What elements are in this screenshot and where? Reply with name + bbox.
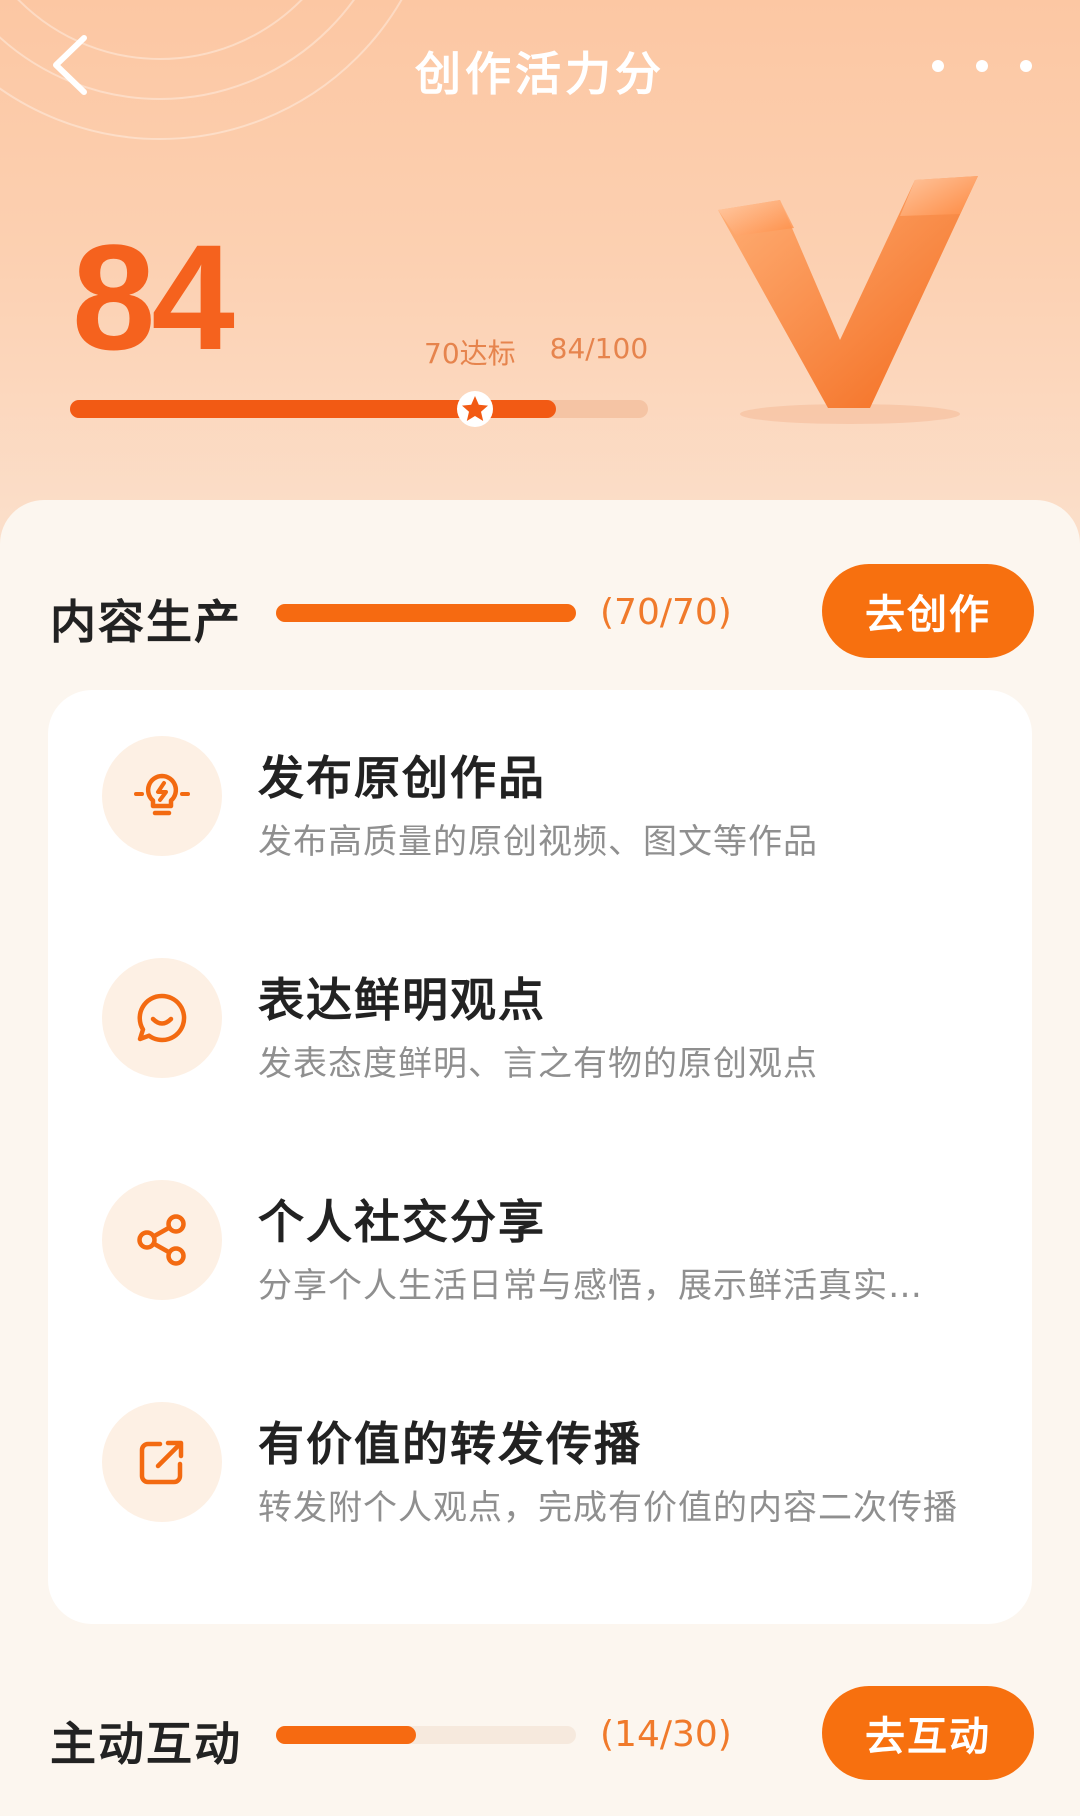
task-item[interactable]: 有价值的转发传播 转发附个人观点，完成有价值的内容二次传播 — [48, 1356, 1032, 1556]
task-icon-wrap — [102, 1180, 222, 1300]
section-count: (70/70) — [600, 592, 732, 633]
more-dots-icon — [932, 60, 944, 72]
task-icon-wrap — [102, 736, 222, 856]
page-title: 创作活力分 — [415, 47, 665, 101]
section-content-production: 内容生产 (70/70) 去创作 — [50, 564, 1034, 660]
section-active-interaction: 主动互动 (14/30) 去互动 — [50, 1686, 1034, 1782]
section-progress-bar — [276, 604, 576, 622]
more-dot — [1020, 60, 1032, 72]
task-desc: 发布高质量的原创视频、图文等作品 — [258, 822, 818, 862]
star-icon — [456, 391, 493, 427]
task-title: 个人社交分享 — [258, 1195, 546, 1249]
task-item[interactable]: 表达鲜明观点 发表态度鲜明、言之有物的原创观点 — [48, 912, 1032, 1112]
task-title: 发布原创作品 — [258, 751, 546, 805]
section-title: 主动互动 — [50, 1717, 242, 1771]
share-icon — [137, 1214, 186, 1266]
score-progress-bar — [70, 391, 648, 427]
task-desc: 转发附个人观点，完成有价值的内容二次传播 — [258, 1488, 958, 1528]
section-progress-fill — [276, 1726, 416, 1744]
section-count: (14/30) — [600, 1714, 732, 1755]
go-interact-button[interactable]: 去互动 — [822, 1686, 1034, 1780]
task-desc: 发表态度鲜明、言之有物的原创观点 — [258, 1044, 818, 1084]
task-icon-wrap — [102, 1402, 222, 1522]
task-item[interactable]: 个人社交分享 分享个人生活日常与感悟，展示鲜活真实… — [48, 1134, 1032, 1334]
section-title: 内容生产 — [50, 595, 242, 649]
score-meta: 70达标 84/100 — [424, 332, 648, 372]
score-progress-label: 84/100 — [549, 332, 649, 365]
task-list-card: 发布原创作品 发布高质量的原创视频、图文等作品 表达鲜明观点 发表态度鲜明、言之… — [48, 690, 1032, 1624]
vitality-score: 84 — [72, 213, 235, 381]
go-create-button[interactable]: 去创作 — [822, 564, 1034, 658]
forward-icon — [139, 1440, 184, 1485]
v-badge-icon — [718, 176, 978, 424]
more-dot — [976, 60, 988, 72]
lightbulb-icon — [134, 773, 190, 816]
task-desc: 分享个人生活日常与感悟，展示鲜活真实… — [258, 1266, 923, 1306]
section-progress-fill — [276, 604, 576, 622]
threshold-label: 70达标 — [424, 337, 516, 370]
chat-smile-icon — [137, 993, 187, 1043]
task-item[interactable]: 发布原创作品 发布高质量的原创视频、图文等作品 — [48, 690, 1032, 890]
task-title: 有价值的转发传播 — [258, 1417, 642, 1471]
more-button[interactable] — [932, 46, 1032, 86]
hero-header: 创作活力分 84 70达标 84/100 — [0, 0, 1080, 560]
task-title: 表达鲜明观点 — [258, 973, 546, 1027]
task-icon-wrap — [102, 958, 222, 1078]
section-progress-bar — [276, 1726, 576, 1744]
